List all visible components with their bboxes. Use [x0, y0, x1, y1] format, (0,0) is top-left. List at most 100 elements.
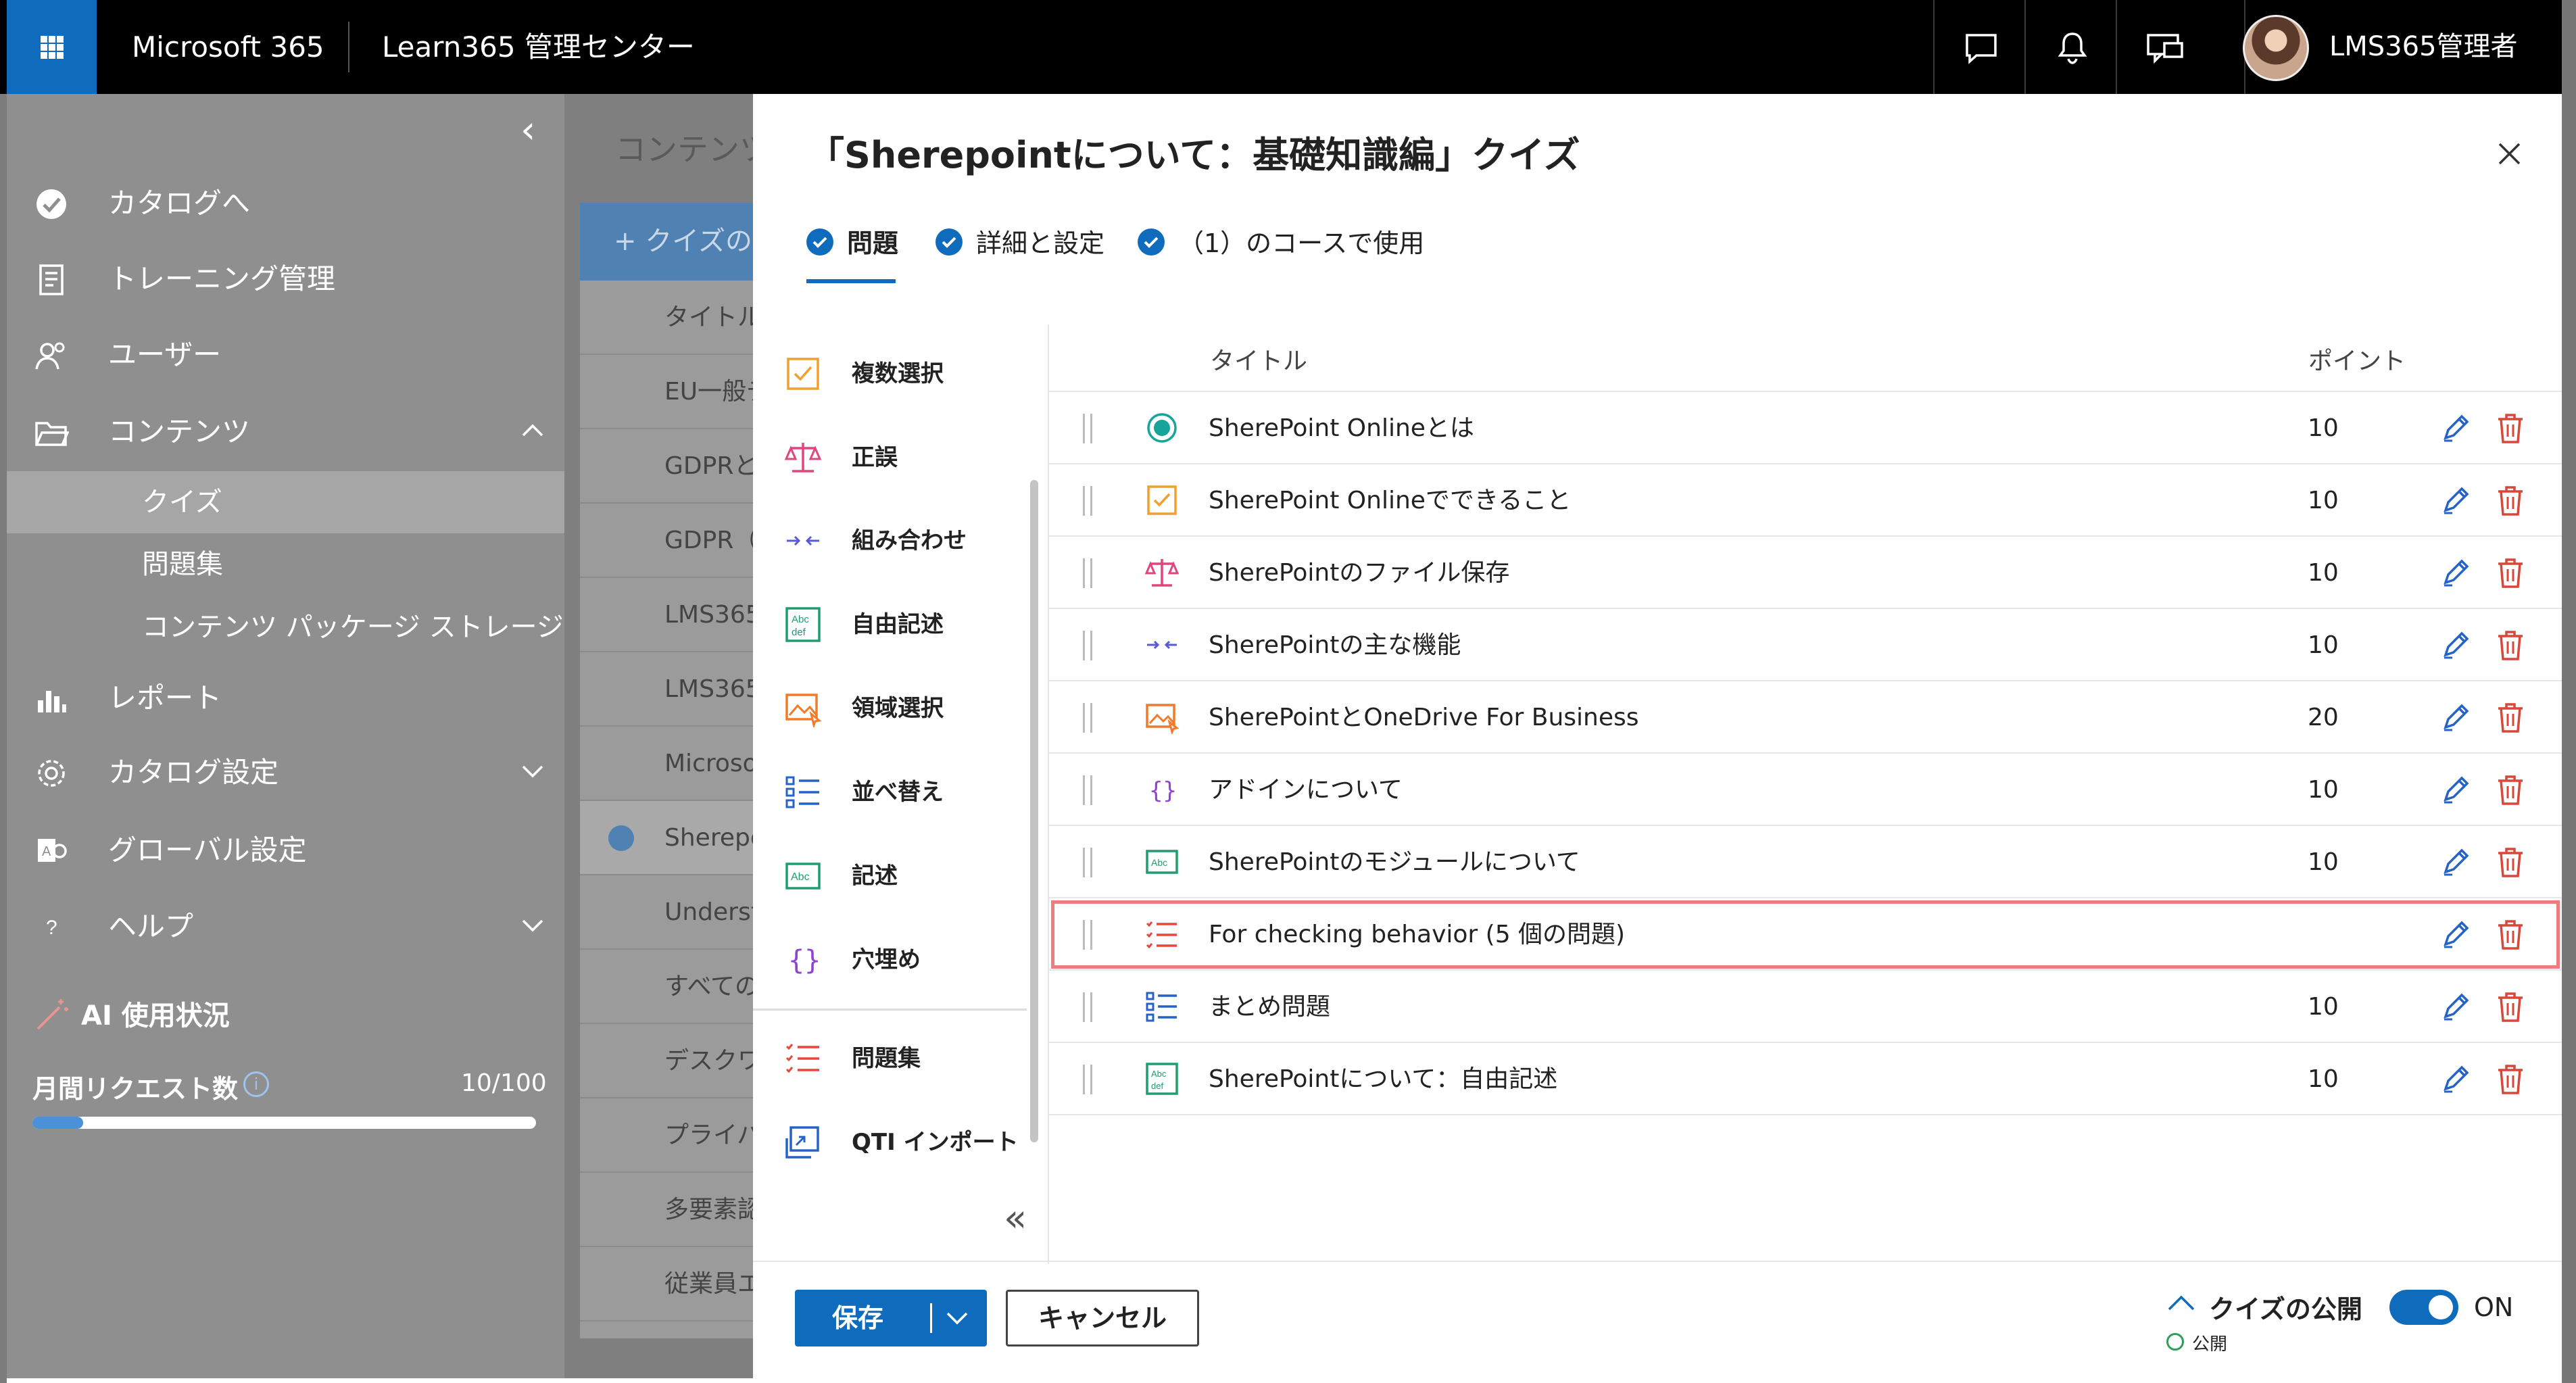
edit-icon[interactable] — [2440, 702, 2471, 733]
delete-icon[interactable] — [2496, 629, 2525, 662]
drag-handle-icon[interactable] — [1083, 631, 1092, 660]
drag-handle-icon[interactable] — [1083, 920, 1092, 950]
sidebar-item-contents[interactable]: コンテンツ — [7, 396, 564, 467]
chevron-up-icon[interactable] — [2166, 1292, 2196, 1313]
sidebar-item-label: コンテンツ パッケージ ストレージ — [142, 612, 564, 643]
question-row[interactable]: SherePoint Onlineでできること 10 — [1049, 464, 2562, 537]
list-item[interactable]: EU一般デ — [580, 355, 769, 429]
question-row[interactable]: まとめ問題 10 — [1049, 971, 2562, 1043]
notifications-button[interactable] — [2024, 0, 2116, 94]
question-row[interactable]: {} アドインについて 10 — [1049, 754, 2562, 826]
drag-handle-icon[interactable] — [1083, 992, 1092, 1022]
drag-handle-icon[interactable] — [1083, 1065, 1092, 1094]
palette-item-qti-import[interactable]: QTI インポート — [784, 1109, 1027, 1176]
question-row[interactable]: SherePointのファイル保存 10 — [1049, 537, 2562, 609]
delete-icon[interactable] — [2496, 485, 2525, 517]
delete-icon[interactable] — [2496, 1063, 2525, 1096]
edit-icon[interactable] — [2440, 846, 2471, 877]
question-row[interactable]: SherePoint Onlineとは 10 — [1049, 392, 2562, 464]
edit-icon[interactable] — [2440, 919, 2471, 950]
sidebar-item-reports[interactable]: レポート — [7, 662, 564, 733]
close-icon[interactable] — [2494, 139, 2525, 169]
palette-item-free-text[interactable]: Abc def 自由記述 — [784, 591, 1027, 658]
list-item[interactable]: すべての — [580, 950, 769, 1024]
palette-item-matching[interactable]: 組み合わせ — [784, 507, 1027, 575]
list-item[interactable]: Sherepo — [580, 801, 769, 875]
palette-item-question-set[interactable]: 問題集 — [784, 1025, 1027, 1092]
brand-name[interactable]: Microsoft 365 — [132, 0, 324, 94]
list-item[interactable]: プライバ — [580, 1098, 769, 1173]
sidebar-item-catalog[interactable]: カタログへ — [7, 168, 564, 239]
question-row[interactable]: For checking behavior (5 個の問題) — [1049, 898, 2562, 971]
sidebar-item-training[interactable]: トレーニング管理 — [7, 243, 564, 314]
tab-details-settings[interactable]: 詳細と設定 — [935, 223, 1111, 264]
drag-handle-icon[interactable] — [1083, 775, 1092, 805]
edit-icon[interactable] — [2440, 412, 2471, 443]
chevron-down-icon[interactable] — [945, 1307, 969, 1329]
edit-icon[interactable] — [2440, 774, 2471, 805]
question-row[interactable]: SherePointとOneDrive For Business 20 — [1049, 681, 2562, 754]
palette-item-area-select[interactable]: 領域選択 — [784, 675, 1027, 742]
list-item[interactable]: LMS365 — [580, 578, 769, 652]
delete-icon[interactable] — [2496, 919, 2525, 951]
drag-handle-icon[interactable] — [1083, 848, 1092, 877]
delete-icon[interactable] — [2496, 557, 2525, 589]
question-row[interactable]: SherePointの主な機能 10 — [1049, 609, 2562, 681]
question-row[interactable]: Abc def SherePointについて：自由記述 10 — [1049, 1043, 2562, 1115]
delete-icon[interactable] — [2496, 702, 2525, 734]
app-launcher-icon[interactable] — [7, 0, 97, 94]
edit-icon[interactable] — [2440, 991, 2471, 1022]
collapse-palette-icon[interactable]: « — [1004, 1196, 1027, 1240]
sidebar-item-catalog-settings[interactable]: カタログ設定 — [7, 737, 564, 808]
edit-icon[interactable] — [2440, 1063, 2471, 1094]
delete-icon[interactable] — [2496, 846, 2525, 879]
publish-toggle-label: ON — [2474, 1292, 2514, 1322]
cancel-button[interactable]: キャンセル — [1006, 1290, 1199, 1346]
edit-icon[interactable] — [2440, 557, 2471, 588]
add-quiz-button[interactable]: + クイズの — [580, 203, 769, 281]
app-title[interactable]: Learn365 管理センター — [382, 0, 695, 94]
drag-handle-icon[interactable] — [1083, 414, 1092, 443]
list-item[interactable]: GDPRと — [580, 429, 769, 504]
delete-icon[interactable] — [2496, 774, 2525, 806]
sidebar-item-global-settings[interactable]: A グローバル設定 — [7, 815, 564, 885]
avatar[interactable] — [2243, 15, 2309, 81]
chat-button[interactable] — [1933, 0, 2024, 94]
list-item[interactable]: Microso — [580, 727, 769, 801]
delete-icon[interactable] — [2496, 412, 2525, 445]
save-button[interactable]: 保存 — [795, 1290, 987, 1346]
sidebar-subitem-question-sets[interactable]: 問題集 — [7, 533, 564, 596]
drag-handle-icon[interactable] — [1083, 486, 1092, 516]
publish-quiz-label[interactable]: クイズの公開 — [2209, 1288, 2362, 1326]
drag-handle-icon[interactable] — [1083, 703, 1092, 733]
edit-icon[interactable] — [2440, 485, 2471, 516]
delete-icon[interactable] — [2496, 991, 2525, 1023]
drag-handle-icon[interactable] — [1083, 558, 1092, 588]
sidebar-item-help[interactable]: ? ヘルプ — [7, 891, 564, 962]
edit-icon[interactable] — [2440, 629, 2471, 660]
list-item[interactable]: 多要素認 — [580, 1173, 769, 1247]
sidebar-item-users[interactable]: ユーザー — [7, 319, 564, 390]
palette-item-true-false[interactable]: 正誤 — [784, 424, 1027, 491]
question-row[interactable]: Abc SherePointのモジュールについて 10 — [1049, 826, 2562, 898]
list-item[interactable]: 従業員エ — [580, 1247, 769, 1321]
tab-questions[interactable]: 問題 — [806, 223, 901, 264]
list-item[interactable]: タイトル — [580, 281, 769, 355]
palette-item-multiple-choice[interactable]: 複数選択 — [784, 340, 1027, 408]
sidebar-subitem-package-storage[interactable]: コンテンツ パッケージ ストレージ — [7, 596, 564, 658]
publish-toggle[interactable] — [2389, 1290, 2458, 1325]
feedback-button[interactable] — [2116, 0, 2207, 94]
list-item[interactable]: GDPR（ — [580, 504, 769, 578]
list-item[interactable]: Understa — [580, 875, 769, 950]
list-item[interactable]: LMS365 — [580, 652, 769, 727]
palette-item-essay[interactable]: Abc 記述 — [784, 842, 1027, 910]
palette-scrollbar-thumb[interactable] — [1030, 480, 1038, 1142]
palette-item-fill-blank[interactable]: {} 穴埋め — [784, 926, 1027, 994]
list-item[interactable]: デスクワ — [580, 1024, 769, 1098]
sidebar-subitem-quiz[interactable]: クイズ — [7, 471, 564, 533]
info-icon[interactable]: i — [243, 1071, 269, 1097]
user-name[interactable]: LMS365管理者 — [2329, 0, 2518, 94]
palette-item-ordering[interactable]: 並べ替え — [784, 758, 1027, 826]
collapse-sidebar-icon[interactable]: ‹ — [520, 108, 535, 152]
tab-used-in-courses[interactable]: （1）のコースで使用 — [1138, 223, 1424, 264]
